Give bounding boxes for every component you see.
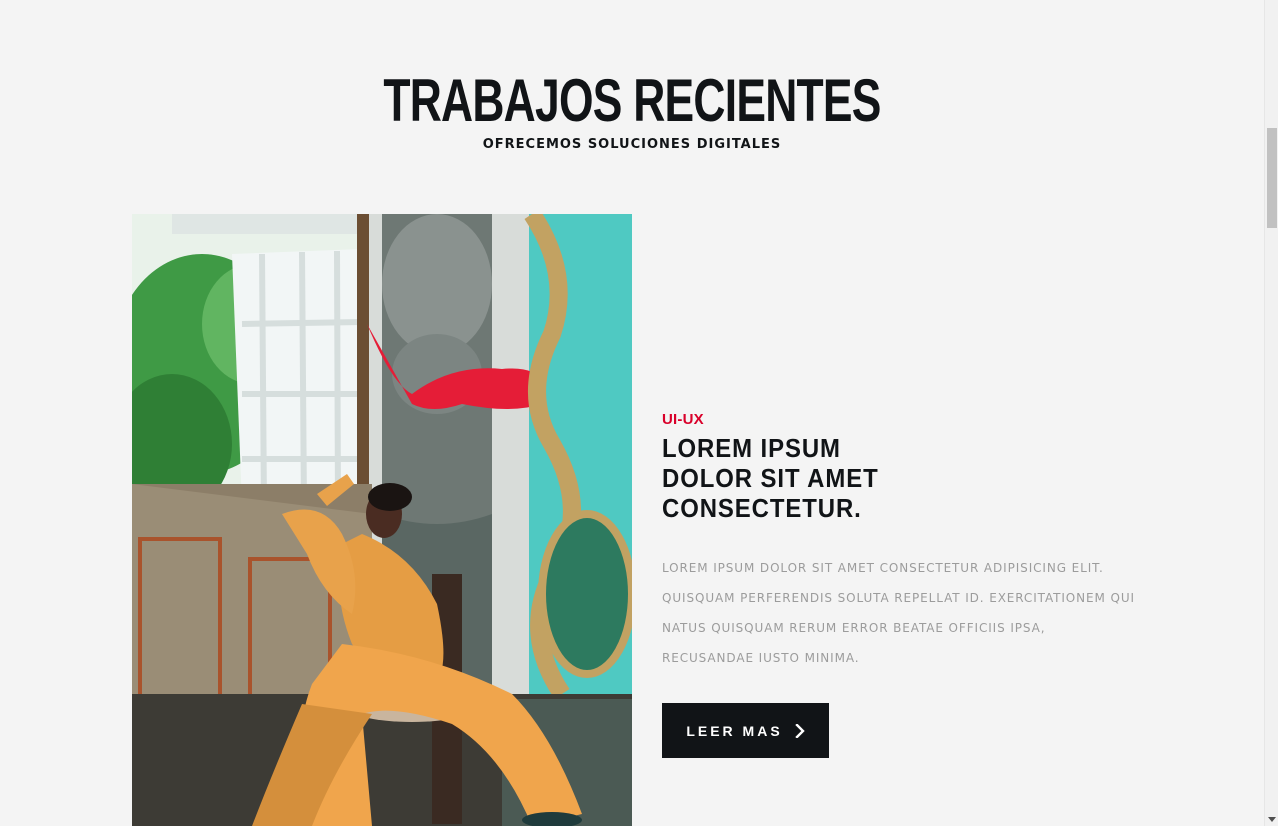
read-more-button[interactable]: LEER MAS [662, 703, 829, 758]
scroll-down-arrow-icon[interactable] [1268, 817, 1276, 822]
project-description: LOREM IPSUM DOLOR SIT AMET CONSECTETUR A… [662, 561, 1135, 665]
project-title-line: LOREM IPSUM [662, 433, 841, 463]
section-title: TRABAJOS RECIENTES [383, 67, 881, 134]
section-subtitle: OFRECEMOS SOLUCIONES DIGITALES [482, 137, 782, 152]
project-category: UI-UX [662, 411, 704, 428]
chevron-right-icon [794, 723, 805, 738]
scrollbar-thumb[interactable] [1267, 128, 1277, 228]
project-title-line: CONSECTETUR. [662, 493, 862, 523]
vertical-scrollbar[interactable] [1264, 0, 1278, 826]
project-image [132, 214, 632, 826]
project-title: LOREM IPSUM DOLOR SIT AMET CONSECTETUR. [662, 433, 901, 523]
read-more-label: LEER MAS [686, 722, 783, 739]
project-title-line: DOLOR SIT AMET [662, 463, 879, 493]
